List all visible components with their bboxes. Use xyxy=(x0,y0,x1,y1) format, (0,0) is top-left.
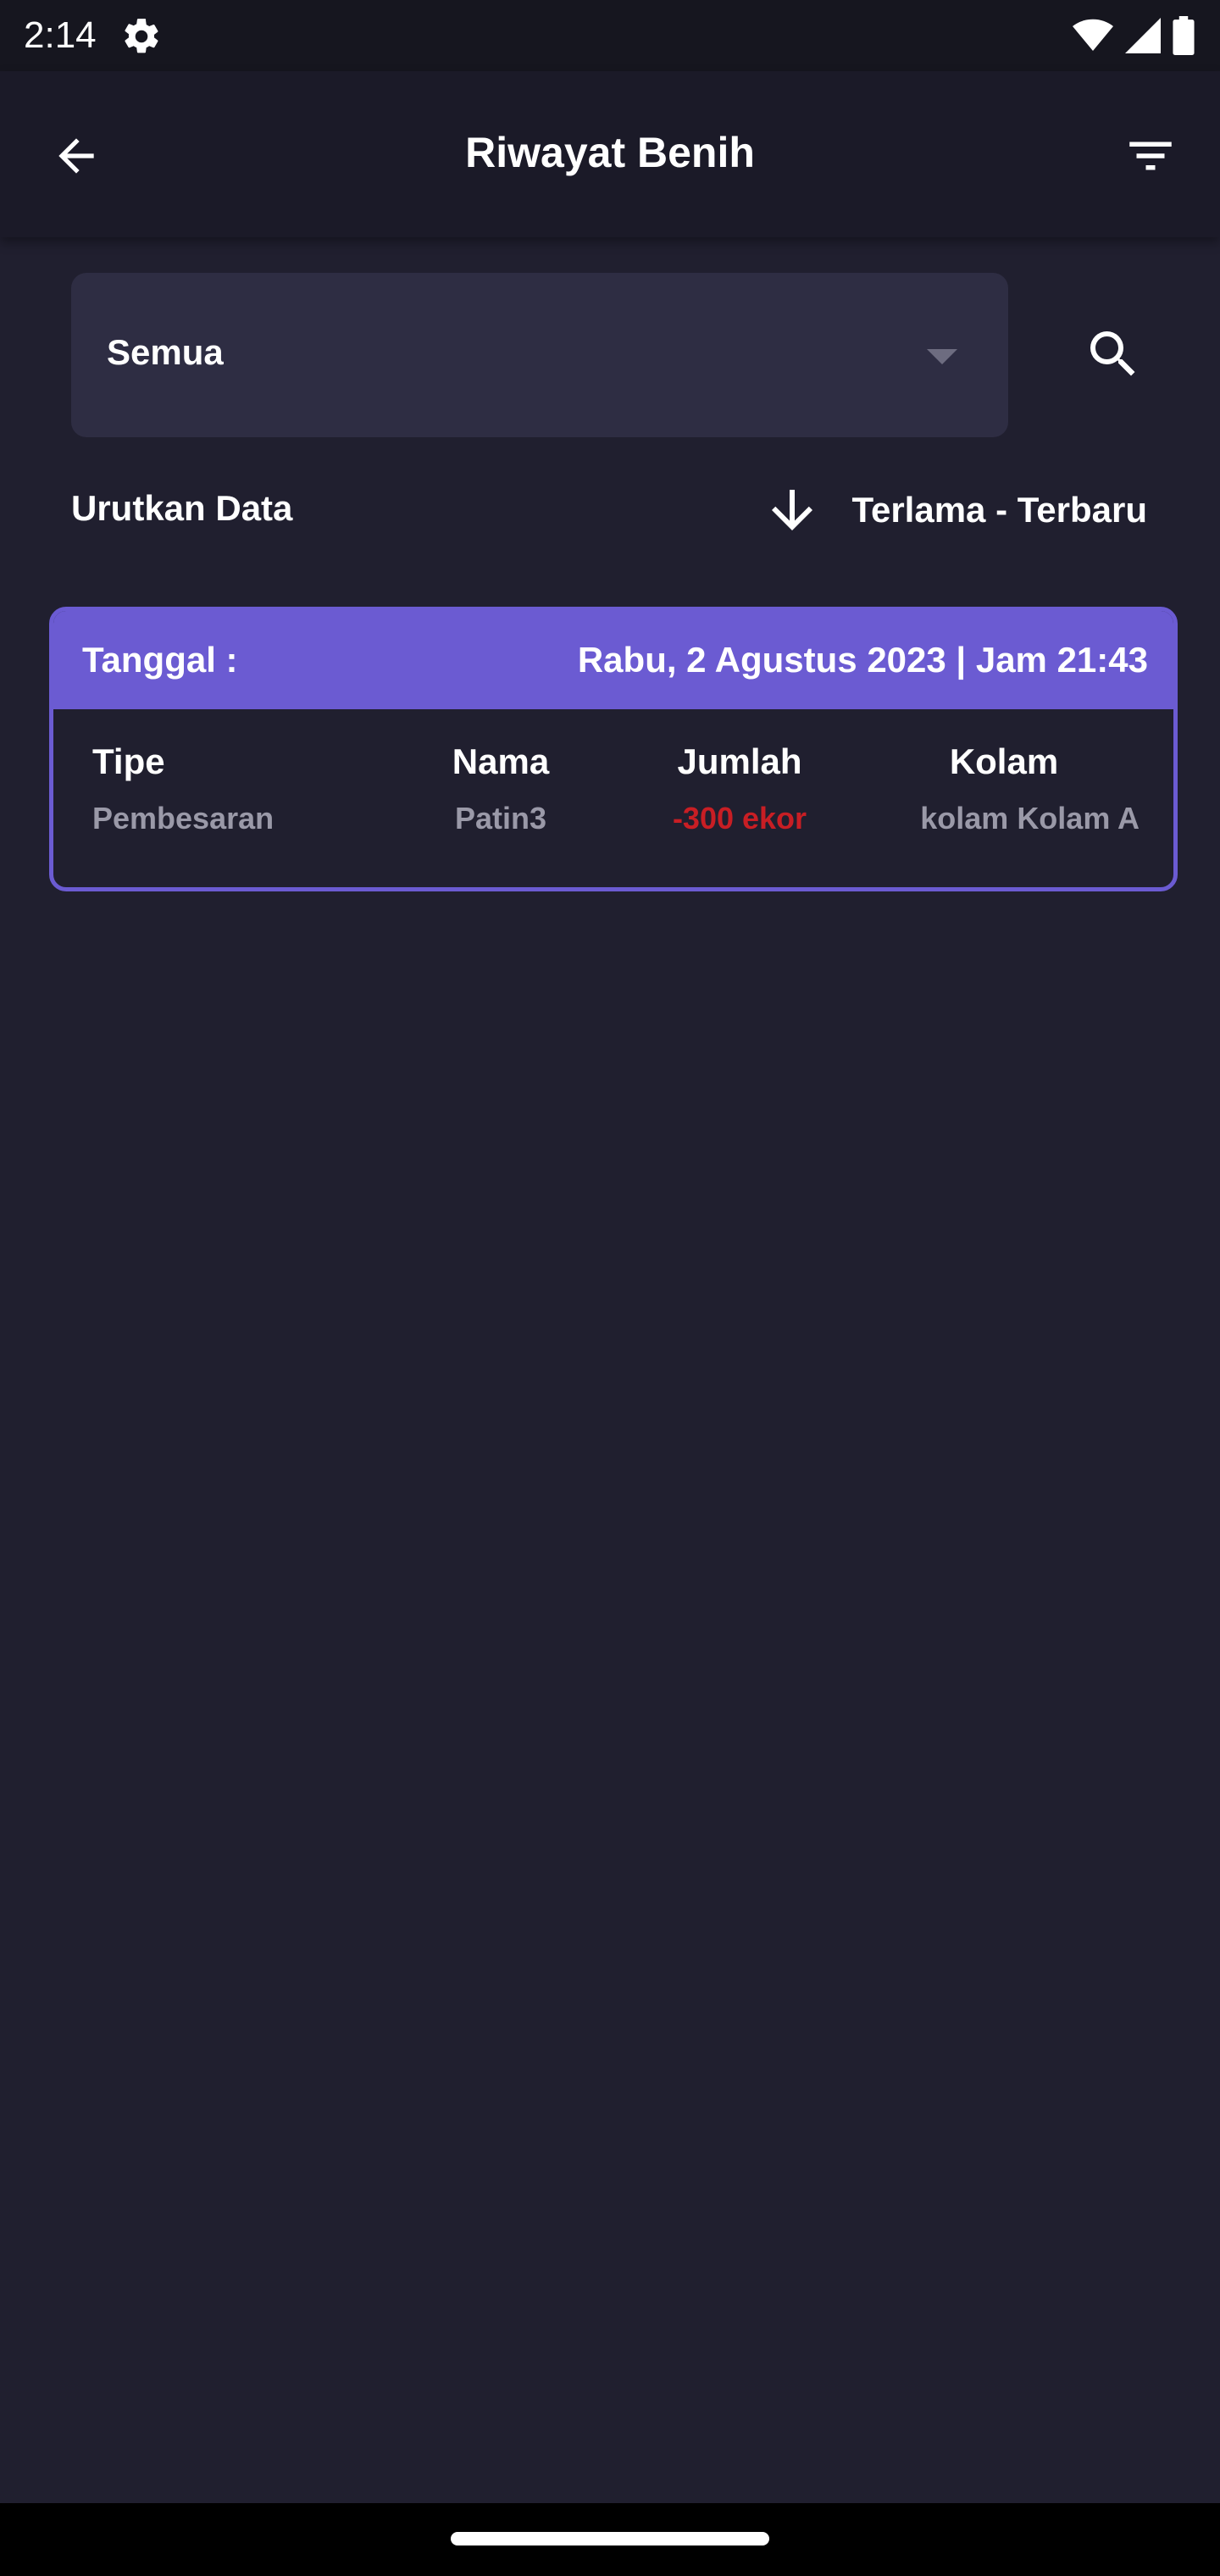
battery-icon xyxy=(1173,16,1195,55)
column-type: Tipe Pembesaran xyxy=(92,738,274,840)
column-header-quantity: Jumlah xyxy=(677,741,802,781)
date-value: Rabu, 2 Agustus 2023 | Jam 21:43 xyxy=(577,640,1148,680)
card-header: Tanggal : Rabu, 2 Agustus 2023 | Jam 21:… xyxy=(53,611,1173,709)
column-quantity: Jumlah -300 ekor xyxy=(629,738,850,840)
page-title: Riwayat Benih xyxy=(465,129,755,176)
column-name: Nama Patin3 xyxy=(391,738,611,840)
settings-gear-icon xyxy=(125,19,158,53)
column-value-pond: kolam Kolam A xyxy=(920,801,1140,836)
app-bar: Riwayat Benih xyxy=(0,71,1220,237)
wifi-icon xyxy=(1073,19,1113,51)
dropdown-selected-value: Semua xyxy=(107,332,224,372)
column-header-type: Tipe xyxy=(92,741,165,781)
sort-order-label: Terlama - Terbaru xyxy=(851,490,1147,530)
caret-down-icon xyxy=(927,349,957,364)
home-gesture-handle[interactable] xyxy=(451,2532,769,2545)
date-label: Tanggal : xyxy=(82,640,238,680)
status-bar: 2:14 xyxy=(0,0,1220,71)
column-value-name: Patin3 xyxy=(454,801,547,836)
type-filter-dropdown[interactable]: Semua xyxy=(71,273,1008,437)
system-navigation-bar xyxy=(0,2503,1220,2576)
column-pond: Kolam kolam Kolam A xyxy=(868,738,1140,840)
filter-icon xyxy=(1129,142,1172,170)
search-button[interactable] xyxy=(1071,312,1156,397)
column-header-name: Nama xyxy=(452,741,550,781)
filter-button[interactable] xyxy=(1115,120,1186,192)
status-icons xyxy=(1073,14,1195,58)
column-header-pond: Kolam xyxy=(949,741,1059,781)
cellular-signal-icon xyxy=(1125,18,1161,53)
seed-history-card[interactable]: Tanggal : Rabu, 2 Agustus 2023 | Jam 21:… xyxy=(49,607,1178,891)
column-value-quantity: -300 ekor xyxy=(672,801,807,836)
column-value-type: Pembesaran xyxy=(92,801,274,836)
sort-order-toggle[interactable]: Terlama - Terbaru xyxy=(762,480,1147,541)
status-time: 2:14 xyxy=(24,14,97,56)
arrow-down-icon xyxy=(772,490,813,530)
sort-label: Urutkan Data xyxy=(71,488,293,528)
search-icon xyxy=(1090,331,1135,376)
